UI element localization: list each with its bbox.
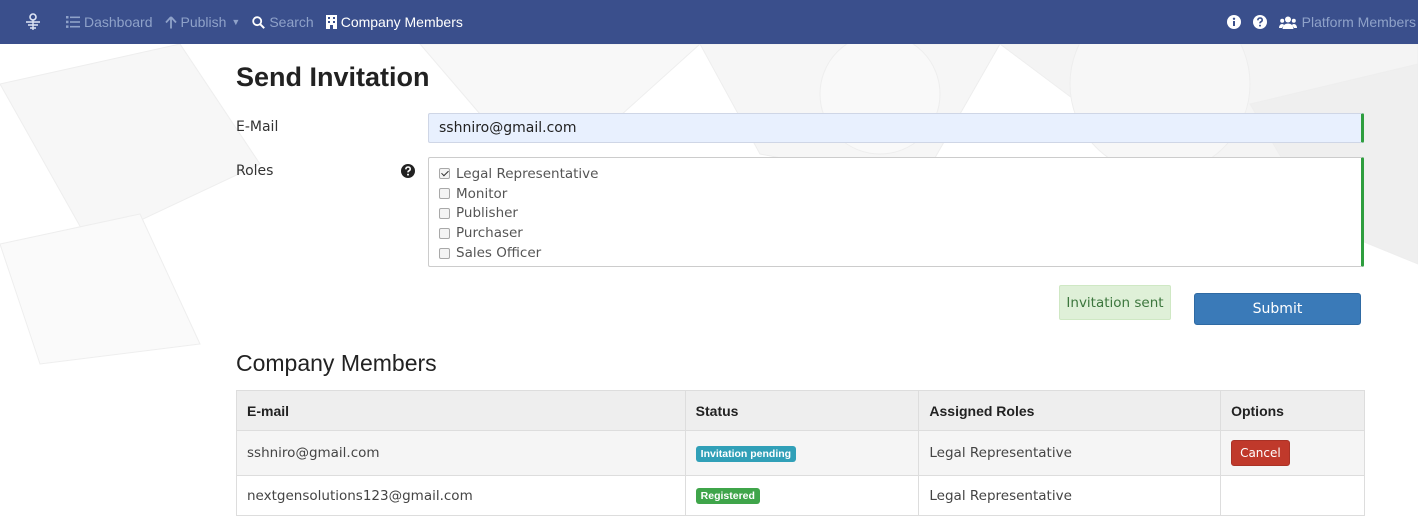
- table-row: sshniro@gmail.com Invitation pending Leg…: [236, 430, 1365, 476]
- cancel-invitation-button[interactable]: Cancel: [1231, 440, 1290, 466]
- app-logo-icon[interactable]: [23, 12, 43, 32]
- invitation-sent-alert: Invitation sent: [1059, 285, 1171, 320]
- member-roles: Legal Representative: [918, 430, 1222, 476]
- column-header-options: Options: [1220, 390, 1365, 431]
- column-header-email: E-mail: [236, 390, 686, 431]
- column-header-status: Status: [684, 390, 920, 431]
- role-option-legal-representative[interactable]: Legal Representative: [439, 164, 1361, 184]
- top-navbar: Dashboard Publish ▼ Search Company Membe…: [0, 0, 1418, 44]
- member-status: Registered: [684, 475, 920, 516]
- building-icon: [325, 15, 337, 29]
- nav-item-dashboard[interactable]: Dashboard: [66, 14, 153, 30]
- info-circle-icon[interactable]: [1226, 15, 1241, 29]
- role-label: Monitor: [456, 185, 508, 202]
- question-circle-icon[interactable]: [401, 164, 415, 178]
- page-title: Send Invitation: [236, 62, 430, 92]
- role-option-monitor[interactable]: Monitor: [439, 184, 1361, 204]
- role-label: Legal Representative: [456, 165, 599, 182]
- question-circle-icon[interactable]: [1252, 15, 1267, 29]
- email-field[interactable]: [428, 113, 1364, 143]
- nav-item-label: Dashboard: [84, 14, 153, 30]
- nav-item-publish[interactable]: Publish ▼: [164, 14, 241, 30]
- main-content: Send Invitation E-Mail Roles Legal Repre…: [0, 0, 1418, 517]
- roles-checkbox-list: Legal Representative Monitor Publisher P…: [428, 157, 1364, 267]
- users-icon: [1278, 16, 1297, 29]
- member-options: Cancel: [1220, 430, 1365, 476]
- member-email: nextgensolutions123@gmail.com: [236, 475, 686, 516]
- role-label: Publisher: [456, 205, 518, 222]
- arrow-up-icon: [164, 15, 177, 28]
- platform-members-label: Platform Members: [1301, 14, 1416, 30]
- submit-button[interactable]: Submit: [1194, 293, 1361, 325]
- member-status: Invitation pending: [684, 430, 920, 476]
- role-checkbox[interactable]: [439, 247, 450, 259]
- table-header-row: E-mail Status Assigned Roles Options: [236, 390, 1365, 431]
- members-table: E-mail Status Assigned Roles Options ssh…: [236, 390, 1365, 516]
- role-label: Purchaser: [456, 225, 523, 242]
- role-checkbox[interactable]: [439, 207, 450, 219]
- role-checkbox[interactable]: [439, 188, 450, 200]
- column-header-roles: Assigned Roles: [918, 390, 1222, 431]
- nav-item-company-members[interactable]: Company Members: [325, 14, 463, 30]
- member-email: sshniro@gmail.com: [236, 430, 686, 476]
- list-icon: [66, 16, 80, 28]
- nav-item-search[interactable]: Search: [252, 14, 314, 30]
- role-option-purchaser[interactable]: Purchaser: [439, 223, 1361, 243]
- roles-label: Roles: [236, 163, 274, 179]
- role-checkbox[interactable]: [439, 227, 450, 239]
- role-option-sales-officer[interactable]: Sales Officer: [439, 243, 1361, 263]
- nav-item-label: Search: [269, 14, 314, 30]
- table-row: nextgensolutions123@gmail.com Registered…: [236, 475, 1365, 516]
- nav-menu: Dashboard Publish ▼ Search Company Membe…: [66, 0, 475, 44]
- search-icon: [252, 15, 266, 29]
- role-option-publisher[interactable]: Publisher: [439, 204, 1361, 224]
- member-options: [1220, 475, 1365, 516]
- chevron-down-icon: ▼: [231, 17, 241, 27]
- status-badge: Invitation pending: [695, 445, 797, 462]
- status-badge: Registered: [695, 488, 760, 504]
- member-roles: Legal Representative: [918, 475, 1222, 516]
- role-label: Sales Officer: [456, 245, 542, 262]
- email-label: E-Mail: [236, 119, 279, 135]
- role-checkbox[interactable]: [439, 168, 450, 180]
- members-section-title: Company Members: [236, 350, 437, 376]
- platform-members-link[interactable]: Platform Members: [1278, 14, 1418, 30]
- nav-item-label: Company Members: [340, 14, 463, 30]
- nav-item-label: Publish: [180, 14, 227, 30]
- nav-right: Platform Members: [1226, 0, 1418, 44]
